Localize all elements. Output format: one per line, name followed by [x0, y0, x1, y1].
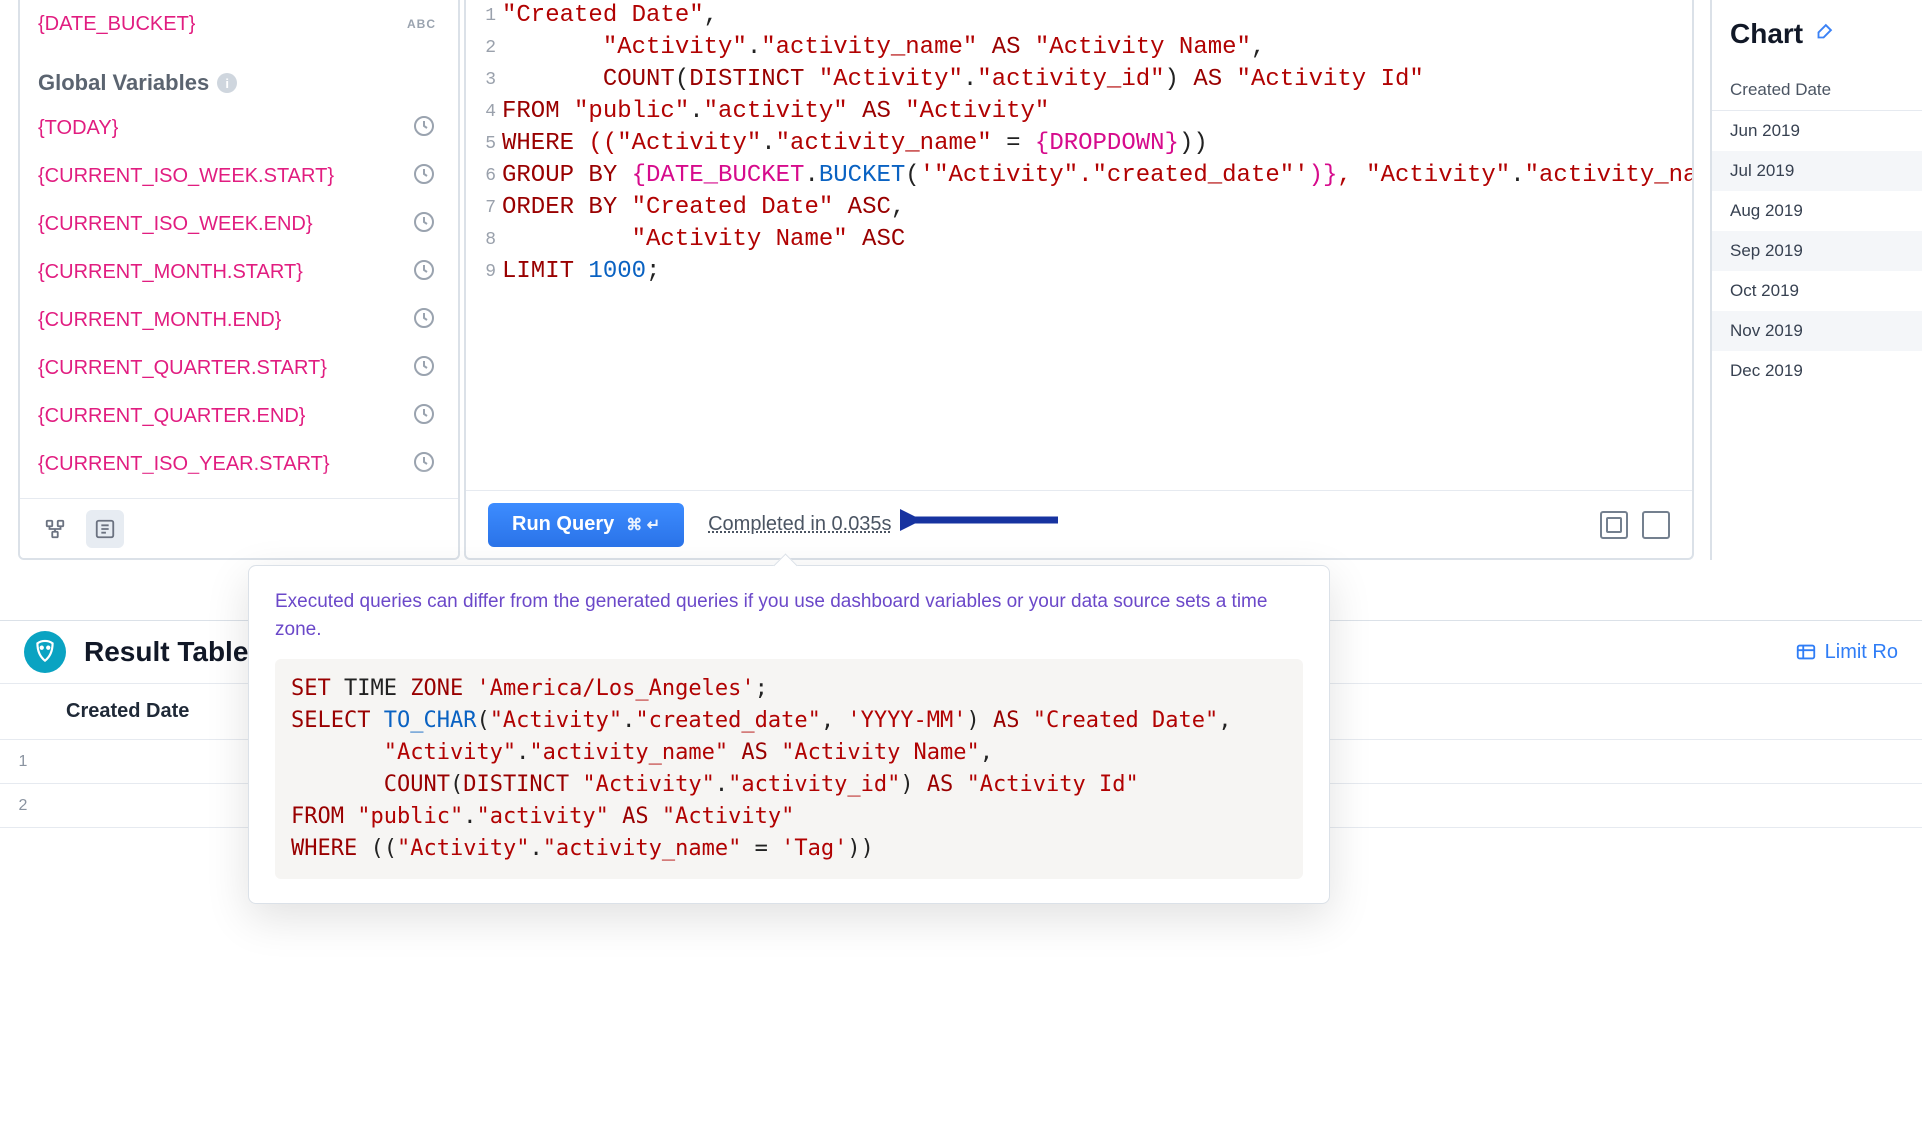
clock-icon	[412, 162, 436, 191]
variable-label: {DATE_BUCKET}	[38, 13, 195, 36]
variable-label: {CURRENT_QUARTER.END}	[38, 405, 305, 428]
clock-icon	[412, 354, 436, 383]
schema-tree-button[interactable]	[36, 510, 74, 548]
variables-button[interactable]	[86, 510, 124, 548]
editor-code[interactable]: "Created Date", "Activity"."activity_nam…	[502, 0, 1692, 490]
clock-icon	[412, 402, 436, 431]
variables-sidebar: {DATE_BUCKET} ABC Global Variables i {TO…	[18, 0, 460, 560]
editor-gutter: 123456789	[466, 0, 502, 490]
chart-row[interactable]: Oct 2019	[1712, 271, 1922, 311]
variable-item[interactable]: {CURRENT_MONTH.END}	[20, 296, 458, 344]
chart-cell: Sep 2019	[1712, 231, 1922, 271]
variable-date-bucket[interactable]: {DATE_BUCKET} ABC	[20, 0, 458, 48]
variable-item[interactable]: {CURRENT_ISO_WEEK.START}	[20, 152, 458, 200]
row-number: 2	[0, 784, 46, 828]
variable-item[interactable]: {CURRENT_ISO_YEAR.START}	[20, 440, 458, 488]
sql-editor-panel: 123456789 "Created Date", "Activity"."ac…	[464, 0, 1694, 560]
clock-icon	[412, 450, 436, 479]
clock-icon	[412, 210, 436, 239]
row-number-header	[0, 684, 46, 740]
sidebar-toolbar	[20, 498, 458, 558]
run-query-button[interactable]: Run Query ⌘ ↵	[488, 503, 684, 547]
sql-editor[interactable]: 123456789 "Created Date", "Activity"."ac…	[466, 0, 1692, 490]
clock-icon	[412, 306, 436, 335]
variable-item[interactable]: {TODAY}	[20, 104, 458, 152]
editor-footer: Run Query ⌘ ↵ Completed in 0.035s	[466, 490, 1692, 558]
clock-icon	[412, 258, 436, 287]
chart-row[interactable]: Aug 2019	[1712, 191, 1922, 231]
variable-item[interactable]: {CURRENT_MONTH.START}	[20, 248, 458, 296]
executed-query-sql[interactable]: SET TIME ZONE 'America/Los_Angeles'; SEL…	[275, 659, 1303, 879]
variable-list: {DATE_BUCKET} ABC Global Variables i {TO…	[20, 0, 458, 488]
variable-label: {CURRENT_ISO_WEEK.END}	[38, 213, 313, 236]
chart-cell: Dec 2019	[1712, 351, 1922, 391]
executed-query-popover: Executed queries can differ from the gen…	[248, 565, 1330, 904]
variable-label: {CURRENT_QUARTER.START}	[38, 357, 327, 380]
run-shortcut-hint: ⌘ ↵	[626, 515, 660, 535]
layout-full-button[interactable]	[1642, 511, 1670, 539]
chart-row[interactable]: Jun 2019	[1712, 111, 1922, 152]
chart-data-table: Created Date Jun 2019Jul 2019Aug 2019Sep…	[1712, 70, 1922, 391]
row-number: 1	[0, 740, 46, 784]
chart-row[interactable]: Sep 2019	[1712, 231, 1922, 271]
chart-cell: Aug 2019	[1712, 191, 1922, 231]
layout-framed-button[interactable]	[1600, 511, 1628, 539]
clock-icon	[412, 114, 436, 143]
chart-title: Chart	[1730, 18, 1803, 50]
chart-panel: Chart Created Date Jun 2019Jul 2019Aug 2…	[1710, 0, 1922, 560]
variable-label: {CURRENT_ISO_WEEK.START}	[38, 165, 334, 188]
chart-cell: Jun 2019	[1712, 111, 1922, 152]
chart-cell: Nov 2019	[1712, 311, 1922, 351]
brush-icon[interactable]	[1813, 21, 1835, 48]
string-type-badge: ABC	[407, 17, 436, 31]
chart-header[interactable]: Created Date	[1712, 70, 1922, 111]
chart-row[interactable]: Dec 2019	[1712, 351, 1922, 391]
global-variables-heading: Global Variables i	[20, 48, 458, 104]
variable-label: {CURRENT_ISO_YEAR.START}	[38, 453, 330, 476]
limit-rows-button[interactable]: Limit Ro	[1795, 641, 1898, 664]
query-status-link[interactable]: Completed in 0.035s	[708, 513, 891, 536]
variable-label: {CURRENT_MONTH.START}	[38, 261, 303, 284]
chart-row[interactable]: Nov 2019	[1712, 311, 1922, 351]
variable-label: {TODAY}	[38, 117, 118, 140]
chart-cell: Jul 2019	[1712, 151, 1922, 191]
variable-label: {CURRENT_MONTH.END}	[38, 309, 281, 332]
postgres-icon	[24, 631, 66, 673]
variable-item[interactable]: {CURRENT_ISO_WEEK.END}	[20, 200, 458, 248]
chart-cell: Oct 2019	[1712, 271, 1922, 311]
info-icon[interactable]: i	[217, 73, 237, 93]
results-title: Result Table	[84, 636, 248, 668]
popover-message: Executed queries can differ from the gen…	[275, 588, 1303, 643]
variable-item[interactable]: {CURRENT_QUARTER.START}	[20, 344, 458, 392]
variable-item[interactable]: {CURRENT_QUARTER.END}	[20, 392, 458, 440]
chart-row[interactable]: Jul 2019	[1712, 151, 1922, 191]
